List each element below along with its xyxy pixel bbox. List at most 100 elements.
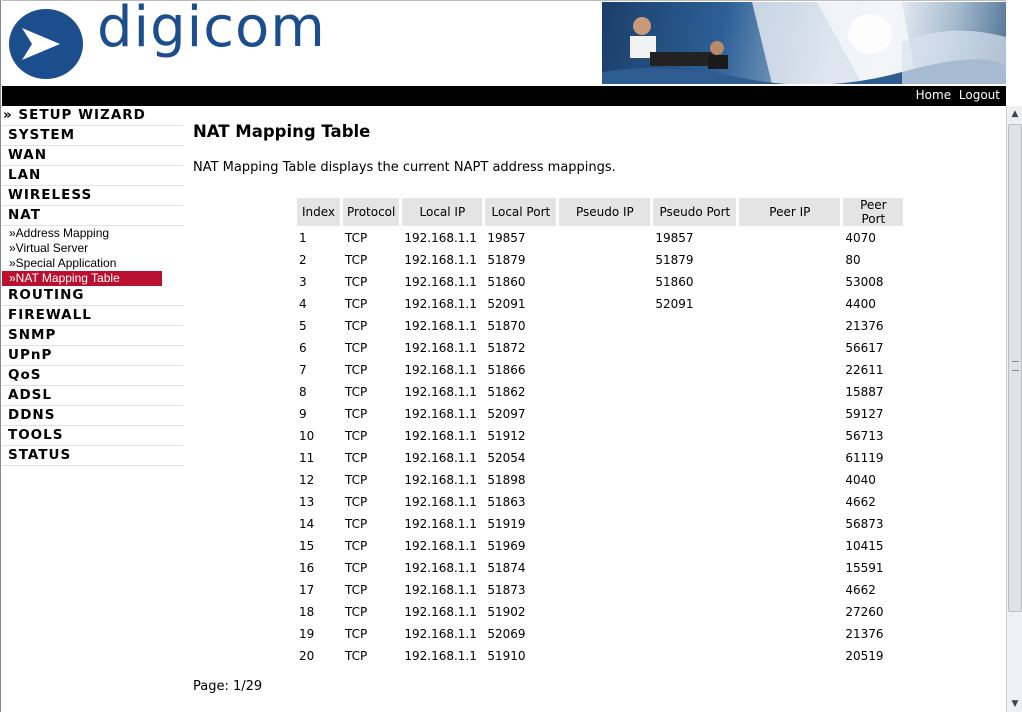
cell-pseudo-ip bbox=[559, 338, 650, 358]
cell-index: 11 bbox=[299, 451, 315, 465]
cell-pseudo-port: 51860 bbox=[655, 275, 694, 289]
home-link[interactable]: Home bbox=[916, 88, 951, 102]
cell-protocol: TCP bbox=[345, 297, 368, 311]
cell-peer-ip bbox=[739, 272, 840, 292]
menu-system[interactable]: SYSTEM bbox=[2, 126, 183, 146]
cell-pseudo-ip bbox=[559, 426, 650, 446]
browser-frame: digicom Home Logout » SETUP WIZARD SYSTE… bbox=[0, 0, 1022, 712]
cell-local-port: 51860 bbox=[487, 275, 526, 289]
cell-peer-port: 21376 bbox=[845, 319, 884, 333]
menu-nat[interactable]: NAT bbox=[2, 206, 183, 226]
sailboat-photo-illustration bbox=[602, 2, 1006, 84]
main-content: NAT Mapping Table NAT Mapping Table disp… bbox=[183, 106, 1006, 712]
cell-local-ip: 192.168.1.1 bbox=[404, 649, 477, 663]
cell-local-ip: 192.168.1.1 bbox=[404, 363, 477, 377]
menu-upnp[interactable]: UPnP bbox=[2, 346, 183, 366]
header: digicom bbox=[2, 0, 1006, 87]
cell-protocol: TCP bbox=[345, 583, 368, 597]
cell-peer-port: 10415 bbox=[845, 539, 884, 553]
submenu-special-application[interactable]: »Special Application bbox=[2, 256, 183, 271]
cell-pseudo-port bbox=[653, 492, 736, 512]
arrow-down-icon[interactable]: ▼ bbox=[1007, 696, 1022, 712]
cell-pseudo-ip bbox=[559, 316, 650, 336]
cell-protocol: TCP bbox=[345, 363, 368, 377]
table-row: 2 TCP 192.168.1.1 51879 51879 80 bbox=[297, 250, 903, 270]
cell-peer-ip bbox=[739, 470, 840, 490]
menu-wireless[interactable]: WIRELESS bbox=[2, 186, 183, 206]
table-header-row: Index Protocol Local IP Local Port Pseud… bbox=[297, 198, 904, 226]
cell-local-port: 52069 bbox=[487, 627, 526, 641]
vertical-scrollbar[interactable]: ▲ ▼ bbox=[1006, 106, 1022, 712]
cell-local-port: 51919 bbox=[487, 517, 526, 531]
table-row: 6 TCP 192.168.1.1 51872 56617 bbox=[297, 338, 903, 358]
table-row: 19 TCP 192.168.1.1 52069 21376 bbox=[297, 624, 903, 644]
column-header-local-port: Local Port bbox=[485, 198, 557, 226]
cell-pseudo-ip bbox=[559, 580, 650, 600]
cell-protocol: TCP bbox=[345, 539, 368, 553]
cell-peer-ip bbox=[739, 250, 840, 270]
scrollbar-thumb[interactable] bbox=[1008, 124, 1022, 612]
submenu-address-mapping[interactable]: »Address Mapping bbox=[2, 226, 183, 241]
table-row: 1 TCP 192.168.1.1 19857 19857 4070 bbox=[297, 228, 903, 248]
cell-pseudo-port bbox=[653, 316, 736, 336]
cell-index: 5 bbox=[299, 319, 307, 333]
logo-text: digicom bbox=[97, 0, 326, 60]
cell-index: 9 bbox=[299, 407, 307, 421]
cell-peer-port: 22611 bbox=[845, 363, 884, 377]
cell-peer-ip bbox=[739, 536, 840, 556]
cell-peer-ip bbox=[739, 228, 840, 248]
table-row: 11 TCP 192.168.1.1 52054 61119 bbox=[297, 448, 903, 468]
submenu-virtual-server[interactable]: »Virtual Server bbox=[2, 241, 183, 256]
cell-peer-port: 59127 bbox=[845, 407, 884, 421]
cell-peer-ip bbox=[739, 448, 840, 468]
cell-local-port: 51898 bbox=[487, 473, 526, 487]
cell-index: 10 bbox=[299, 429, 315, 443]
submenu-nat-mapping-table[interactable]: »NAT Mapping Table bbox=[2, 271, 162, 286]
cell-local-ip: 192.168.1.1 bbox=[404, 319, 477, 333]
cell-peer-port: 15887 bbox=[845, 385, 884, 399]
cell-local-ip: 192.168.1.1 bbox=[404, 253, 477, 267]
cell-peer-ip bbox=[739, 338, 840, 358]
cell-peer-ip bbox=[739, 360, 840, 380]
cell-index: 15 bbox=[299, 539, 315, 553]
menu-status[interactable]: STATUS bbox=[2, 446, 183, 466]
cell-local-ip: 192.168.1.1 bbox=[404, 539, 477, 553]
cell-local-port: 51912 bbox=[487, 429, 526, 443]
cell-peer-port: 20519 bbox=[845, 649, 884, 663]
cell-index: 4 bbox=[299, 297, 307, 311]
menu-qos[interactable]: QoS bbox=[2, 366, 183, 386]
cell-pseudo-port bbox=[653, 624, 736, 644]
cell-peer-port: 56873 bbox=[845, 517, 884, 531]
cell-peer-port: 4040 bbox=[845, 473, 876, 487]
cell-pseudo-port bbox=[653, 536, 736, 556]
menu-adsl[interactable]: ADSL bbox=[2, 386, 183, 406]
menu-tools[interactable]: TOOLS bbox=[2, 426, 183, 446]
logout-link[interactable]: Logout bbox=[959, 88, 1000, 102]
cell-peer-ip bbox=[739, 382, 840, 402]
cell-local-ip: 192.168.1.1 bbox=[404, 231, 477, 245]
cell-protocol: TCP bbox=[345, 495, 368, 509]
cell-local-port: 19857 bbox=[487, 231, 526, 245]
menu-snmp[interactable]: SNMP bbox=[2, 326, 183, 346]
cell-local-port: 51902 bbox=[487, 605, 526, 619]
cell-pseudo-ip bbox=[559, 228, 650, 248]
cell-local-port: 51969 bbox=[487, 539, 526, 553]
menu-routing[interactable]: ROUTING bbox=[2, 286, 183, 306]
cell-pseudo-port bbox=[653, 514, 736, 534]
cell-protocol: TCP bbox=[345, 231, 368, 245]
cell-pseudo-port bbox=[653, 404, 736, 424]
arrow-up-icon[interactable]: ▲ bbox=[1007, 106, 1022, 122]
menu-lan[interactable]: LAN bbox=[2, 166, 183, 186]
menu-ddns[interactable]: DDNS bbox=[2, 406, 183, 426]
cell-local-ip: 192.168.1.1 bbox=[404, 341, 477, 355]
cell-pseudo-port bbox=[653, 360, 736, 380]
cell-protocol: TCP bbox=[345, 473, 368, 487]
cell-protocol: TCP bbox=[345, 517, 368, 531]
menu-setup-wizard[interactable]: » SETUP WIZARD bbox=[2, 106, 183, 126]
cell-protocol: TCP bbox=[345, 407, 368, 421]
menu-firewall[interactable]: FIREWALL bbox=[2, 306, 183, 326]
menu-wan[interactable]: WAN bbox=[2, 146, 183, 166]
table-row: 16 TCP 192.168.1.1 51874 15591 bbox=[297, 558, 903, 578]
cell-local-ip: 192.168.1.1 bbox=[404, 627, 477, 641]
cell-pseudo-port bbox=[653, 646, 736, 666]
